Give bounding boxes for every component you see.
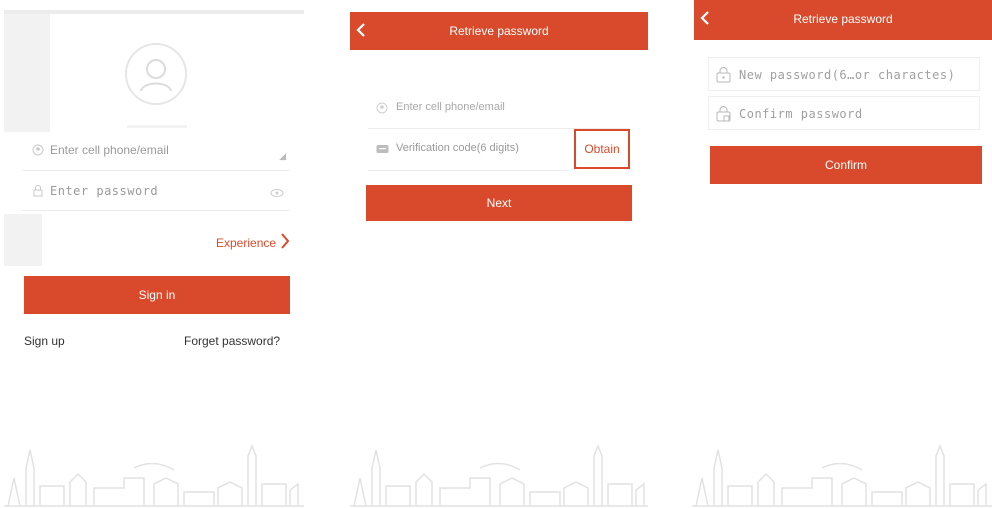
- retrieve-screen: Retrieve password Enter cell phone/email…: [350, 0, 648, 508]
- divider: [368, 170, 568, 171]
- login-screen: Enter cell phone/email ◢ Enter password …: [4, 0, 304, 508]
- sms-icon: [376, 142, 390, 156]
- next-button[interactable]: Next: [366, 185, 632, 221]
- lock-icon: [715, 66, 733, 84]
- phone-email-placeholder: Enter cell phone/email: [50, 143, 169, 157]
- city-skyline-illustration: [4, 443, 304, 507]
- experience-link[interactable]: Experience: [216, 236, 276, 250]
- divider: [22, 210, 290, 211]
- obtain-label: Obtain: [584, 142, 620, 156]
- sign-up-link[interactable]: Sign up: [24, 334, 65, 348]
- phone-email-input[interactable]: Enter cell phone/email ◢: [22, 133, 290, 167]
- city-skyline-illustration: [692, 443, 992, 507]
- confirm-password-placeholder: Confirm password: [739, 107, 863, 121]
- password-placeholder: Enter password: [50, 184, 159, 198]
- side-shade: [4, 214, 42, 266]
- confirm-label: Confirm: [824, 158, 867, 172]
- new-password-input[interactable]: New password(6…or charactes): [708, 57, 980, 91]
- forget-password-link[interactable]: Forget password?: [184, 334, 280, 348]
- user-icon: [32, 143, 46, 157]
- divider: [22, 170, 290, 171]
- user-icon: [376, 101, 390, 115]
- sign-in-label: Sign in: [138, 288, 176, 302]
- avatar-shadow: [127, 125, 187, 128]
- reset-password-screen: Retrieve password New password(6…or char…: [692, 0, 992, 508]
- new-password-placeholder: New password(6…or charactes): [739, 68, 956, 82]
- confirm-button[interactable]: Confirm: [710, 146, 982, 184]
- lock-check-icon: [715, 105, 733, 123]
- lock-icon: [32, 184, 46, 198]
- user-avatar-icon: [125, 43, 187, 105]
- verification-code-placeholder: Verification code(6 digits): [396, 142, 519, 154]
- confirm-password-input[interactable]: Confirm password: [708, 96, 980, 130]
- verification-code-input[interactable]: Verification code(6 digits): [368, 132, 568, 166]
- eye-icon[interactable]: [270, 185, 284, 203]
- chevron-right-icon[interactable]: [280, 232, 290, 255]
- obtain-code-button[interactable]: Obtain: [574, 129, 630, 169]
- sign-in-button[interactable]: Sign in: [24, 276, 290, 314]
- page-title: Retrieve password: [449, 24, 549, 38]
- header-bar: Retrieve password: [350, 12, 648, 50]
- password-input[interactable]: Enter password: [22, 174, 290, 208]
- phone-email-placeholder: Enter cell phone/email: [396, 101, 505, 113]
- city-skyline-illustration: [350, 443, 648, 507]
- next-label: Next: [486, 196, 512, 210]
- side-shade: [4, 14, 50, 132]
- header-bar: Retrieve password: [694, 0, 992, 40]
- clear-icon[interactable]: ◢: [279, 151, 286, 162]
- page-title: Retrieve password: [793, 12, 893, 26]
- phone-email-input[interactable]: Enter cell phone/email: [368, 91, 630, 125]
